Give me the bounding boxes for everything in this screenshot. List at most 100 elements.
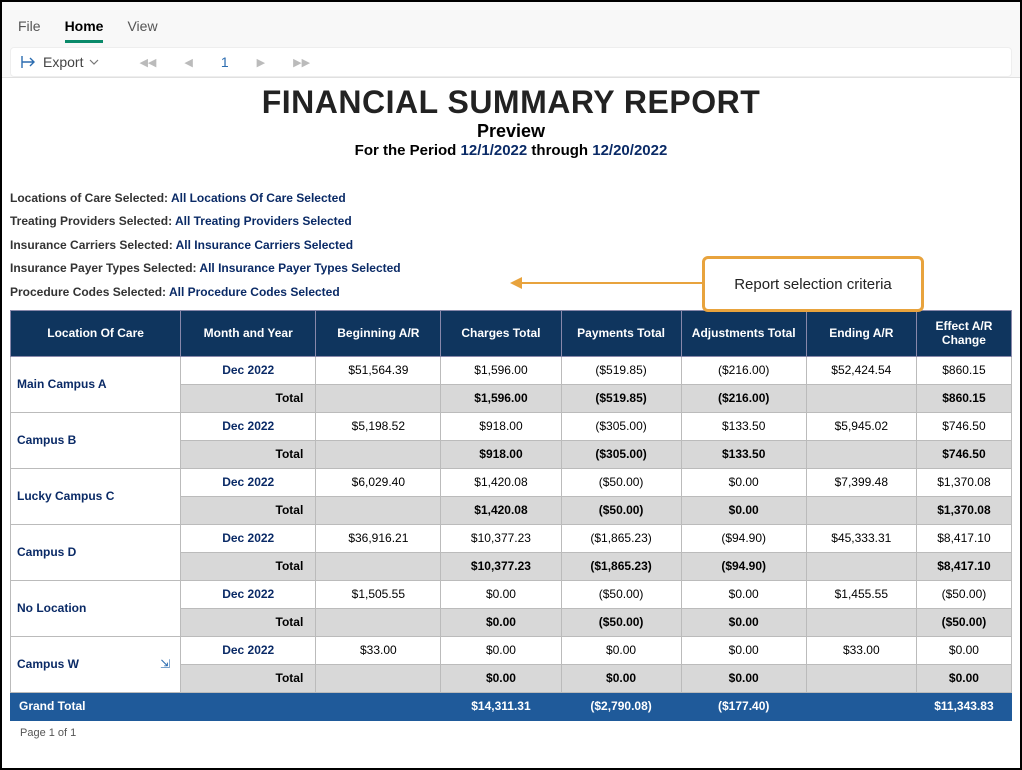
data-cell: $0.00 (441, 636, 561, 664)
pager-first-icon[interactable]: ◀◀ (139, 56, 156, 69)
data-cell: $1,596.00 (441, 356, 561, 384)
data-cell: ($94.90) (681, 552, 806, 580)
menu-home[interactable]: Home (65, 18, 104, 43)
data-cell: Dec 2022 (181, 524, 316, 552)
data-cell (316, 496, 441, 524)
data-cell: $0.00 (561, 664, 681, 692)
data-cell: $1,505.55 (316, 580, 441, 608)
export-button[interactable]: Export (21, 54, 99, 70)
data-cell (181, 692, 316, 720)
criteria-row: Insurance Carriers Selected: All Insuran… (10, 234, 1012, 257)
app-chrome: File Home View Export ◀◀ ◀ 1 ▶ ▶▶ (2, 2, 1020, 78)
data-cell: $0.00 (441, 580, 561, 608)
data-cell: $8,417.10 (916, 552, 1011, 580)
data-cell (806, 692, 916, 720)
pager: ◀◀ ◀ 1 ▶ ▶▶ (139, 54, 310, 70)
toolbar: Export ◀◀ ◀ 1 ▶ ▶▶ (10, 47, 1012, 77)
criteria-label: Treating Providers Selected: (10, 214, 175, 228)
col-location: Location Of Care (11, 310, 181, 356)
criteria-label: Locations of Care Selected: (10, 191, 171, 205)
data-cell: $0.00 (561, 636, 681, 664)
data-cell: ($2,790.08) (561, 692, 681, 720)
data-cell: Dec 2022 (181, 412, 316, 440)
criteria-row: Treating Providers Selected: All Treatin… (10, 210, 1012, 233)
data-cell (316, 664, 441, 692)
data-cell: $0.00 (681, 636, 806, 664)
callout-text: Report selection criteria (734, 276, 892, 293)
data-cell: $33.00 (806, 636, 916, 664)
data-cell: $918.00 (441, 440, 561, 468)
pager-last-icon[interactable]: ▶▶ (293, 56, 310, 69)
data-cell: $36,916.21 (316, 524, 441, 552)
col-effect: Effect A/R Change (916, 310, 1011, 356)
data-cell (806, 440, 916, 468)
data-cell: ($519.85) (561, 384, 681, 412)
data-cell: ($50.00) (561, 468, 681, 496)
data-cell (316, 552, 441, 580)
data-cell: ($1,865.23) (561, 524, 681, 552)
summary-table: Location Of Care Month and Year Beginnin… (10, 310, 1012, 721)
criteria-value: All Insurance Payer Types Selected (199, 261, 400, 275)
col-adjustments: Adjustments Total (681, 310, 806, 356)
menu-bar: File Home View (2, 18, 1020, 43)
subtotal-label: Total (181, 496, 316, 524)
criteria-value: All Locations Of Care Selected (171, 191, 346, 205)
data-cell: ($519.85) (561, 356, 681, 384)
data-cell: $14,311.31 (441, 692, 561, 720)
data-cell: Dec 2022 (181, 356, 316, 384)
period-prefix: For the Period (355, 142, 461, 159)
location-cell: Campus D (11, 524, 181, 580)
pager-next-icon[interactable]: ▶ (257, 56, 265, 69)
chevron-down-icon (89, 57, 99, 67)
data-cell: ($305.00) (561, 412, 681, 440)
menu-view[interactable]: View (127, 18, 157, 43)
data-cell: $5,198.52 (316, 412, 441, 440)
location-cell: Campus W ⇲ (11, 636, 181, 692)
data-cell: $0.00 (681, 580, 806, 608)
criteria-label: Insurance Carriers Selected: (10, 238, 176, 252)
data-cell: $1,370.08 (916, 468, 1011, 496)
data-cell: $0.00 (441, 608, 561, 636)
data-cell (806, 496, 916, 524)
data-cell (806, 608, 916, 636)
data-cell: $0.00 (441, 664, 561, 692)
data-cell (316, 692, 441, 720)
resize-handle-icon[interactable]: ⇲ (160, 657, 170, 671)
period-end: 12/20/2022 (592, 142, 667, 159)
pager-prev-icon[interactable]: ◀ (184, 56, 192, 69)
data-cell: $133.50 (681, 440, 806, 468)
data-cell: $7,399.48 (806, 468, 916, 496)
data-cell: $0.00 (681, 664, 806, 692)
data-cell: ($50.00) (916, 580, 1011, 608)
criteria-label: Insurance Payer Types Selected: (10, 261, 199, 275)
data-cell: Dec 2022 (181, 636, 316, 664)
data-cell: Dec 2022 (181, 468, 316, 496)
subtotal-label: Total (181, 664, 316, 692)
data-cell: ($1,865.23) (561, 552, 681, 580)
export-label: Export (43, 54, 83, 70)
report-period: For the Period 12/1/2022 through 12/20/2… (10, 142, 1012, 159)
callout-arrow (512, 282, 702, 284)
data-cell: $1,420.08 (441, 468, 561, 496)
col-beginning-ar: Beginning A/R (316, 310, 441, 356)
data-cell: $0.00 (681, 608, 806, 636)
data-cell: $6,029.40 (316, 468, 441, 496)
pager-page-number: 1 (221, 54, 229, 70)
data-cell: $746.50 (916, 412, 1011, 440)
data-cell: $1,370.08 (916, 496, 1011, 524)
data-cell: $51,564.39 (316, 356, 441, 384)
col-ending-ar: Ending A/R (806, 310, 916, 356)
data-cell (806, 552, 916, 580)
data-cell: $133.50 (681, 412, 806, 440)
data-cell (316, 384, 441, 412)
data-cell: ($94.90) (681, 524, 806, 552)
data-cell: $860.15 (916, 356, 1011, 384)
subtotal-label: Total (181, 384, 316, 412)
criteria-label: Procedure Codes Selected: (10, 285, 169, 299)
table-row: No LocationDec 2022$1,505.55$0.00($50.00… (11, 580, 1012, 608)
menu-file[interactable]: File (18, 18, 41, 43)
data-cell: $0.00 (916, 664, 1011, 692)
data-cell (316, 440, 441, 468)
criteria-value: All Treating Providers Selected (175, 214, 352, 228)
data-cell: Dec 2022 (181, 580, 316, 608)
